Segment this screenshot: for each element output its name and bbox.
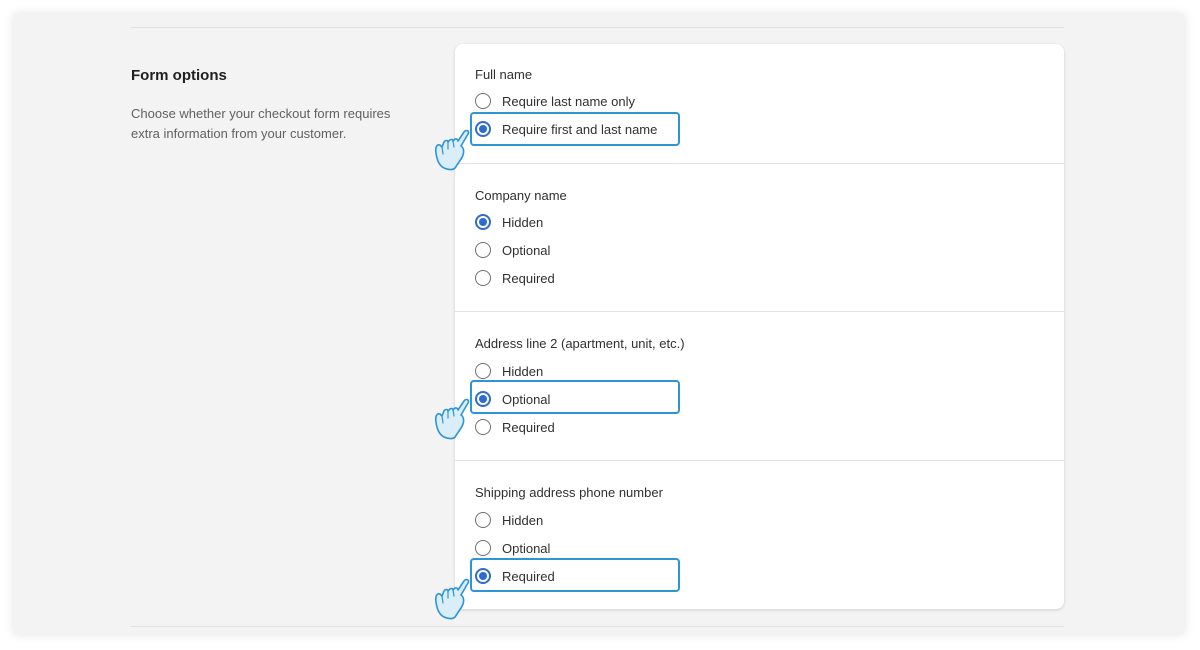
option-label: Hidden: [502, 363, 544, 379]
full-name-option-last-only[interactable]: Require last name only: [475, 90, 635, 112]
shipping-phone-option-hidden[interactable]: Hidden: [475, 509, 543, 531]
company-name-label: Company name: [475, 188, 567, 203]
option-label: Optional: [502, 242, 551, 258]
full-name-option-first-and-last[interactable]: Require first and last name: [475, 118, 657, 140]
radio-unchecked-icon[interactable]: [475, 363, 491, 379]
radio-unchecked-icon[interactable]: [475, 540, 491, 556]
option-label: Require first and last name: [502, 121, 658, 137]
address-line-2-option-required[interactable]: Required: [475, 416, 555, 438]
address-line-2-group: Address line 2 (apartment, unit, etc.) H…: [455, 311, 1064, 461]
address-line-2-label: Address line 2 (apartment, unit, etc.): [475, 336, 685, 351]
divider-top: [131, 27, 1064, 28]
option-label: Hidden: [502, 512, 544, 528]
form-options-card: Full name Require last name only Require…: [455, 44, 1064, 609]
option-label: Hidden: [502, 214, 544, 230]
section-description: Choose whether your checkout form requir…: [131, 106, 391, 141]
section-title: Form options: [131, 67, 227, 84]
company-name-group: Company name Hidden Optional Required: [455, 163, 1064, 312]
option-label: Required: [502, 270, 555, 286]
shipping-phone-label: Shipping address phone number: [475, 485, 663, 500]
option-label: Required: [502, 568, 555, 584]
full-name-group: Full name Require last name only Require…: [455, 44, 1064, 163]
option-label: Require last name only: [502, 93, 635, 109]
radio-unchecked-icon[interactable]: [475, 93, 491, 109]
shipping-phone-group: Shipping address phone number Hidden Opt…: [455, 460, 1064, 610]
radio-unchecked-icon[interactable]: [475, 419, 491, 435]
radio-unchecked-icon[interactable]: [475, 512, 491, 528]
company-name-option-optional[interactable]: Optional: [475, 239, 550, 261]
shipping-phone-option-required[interactable]: Required: [475, 565, 555, 587]
radio-unchecked-icon[interactable]: [475, 270, 491, 286]
option-label: Optional: [502, 391, 551, 407]
radio-checked-icon[interactable]: [475, 121, 491, 137]
address-line-2-option-hidden[interactable]: Hidden: [475, 360, 543, 382]
company-name-option-hidden[interactable]: Hidden: [475, 211, 543, 233]
radio-checked-icon[interactable]: [475, 568, 491, 584]
address-line-2-option-optional[interactable]: Optional: [475, 388, 550, 410]
radio-unchecked-icon[interactable]: [475, 242, 491, 258]
option-label: Optional: [502, 540, 551, 556]
company-name-option-required[interactable]: Required: [475, 267, 555, 289]
option-label: Required: [502, 419, 555, 435]
divider-bottom: [131, 626, 1064, 627]
radio-checked-icon[interactable]: [475, 214, 491, 230]
radio-checked-icon[interactable]: [475, 391, 491, 407]
full-name-label: Full name: [475, 67, 533, 82]
shipping-phone-option-optional[interactable]: Optional: [475, 537, 550, 559]
